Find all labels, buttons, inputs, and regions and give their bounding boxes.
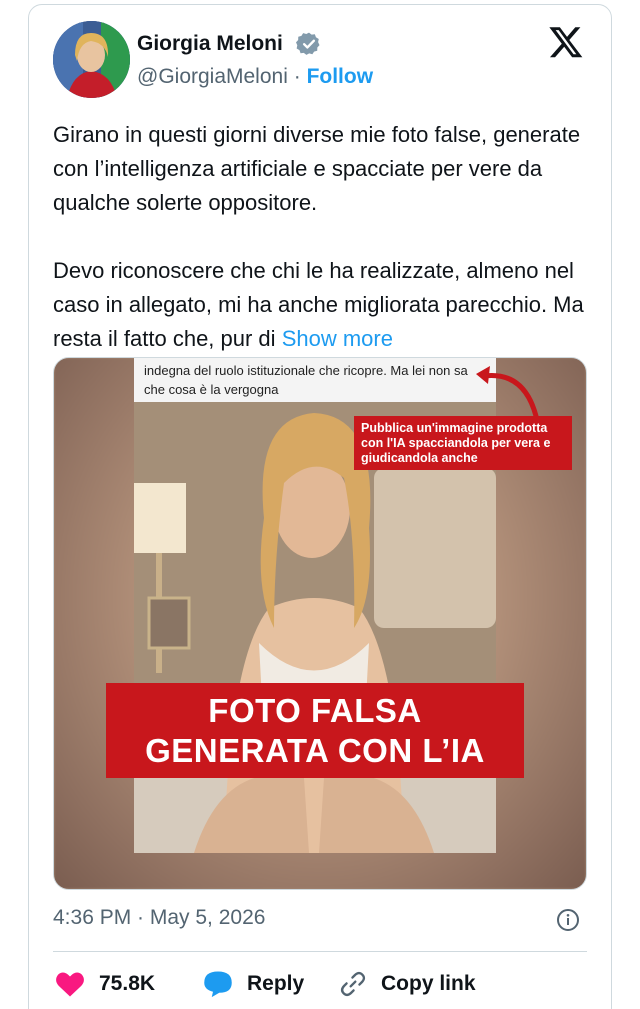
avatar[interactable] bbox=[53, 21, 130, 98]
tweet-text: Girano in questi giorni diverse mie foto… bbox=[53, 118, 593, 356]
verified-badge-icon bbox=[296, 32, 320, 55]
author-handle[interactable]: @GiorgiaMeloni bbox=[137, 65, 288, 88]
divider bbox=[53, 951, 587, 952]
fake-photo-banner: FOTO FALSA GENERATA CON L’IA bbox=[106, 683, 524, 778]
info-icon[interactable] bbox=[556, 908, 580, 932]
author-name[interactable]: Giorgia Meloni bbox=[137, 32, 283, 56]
copy-link-button[interactable]: Copy link bbox=[339, 968, 476, 1000]
tweet-media-image[interactable]: indegna del ruolo istituzionale che rico… bbox=[53, 357, 587, 890]
reply-label: Reply bbox=[247, 972, 305, 995]
banner-line-2: GENERATA CON L’IA bbox=[145, 732, 485, 769]
quote-snippet: indegna del ruolo istituzionale che rico… bbox=[134, 358, 496, 402]
tweet-timestamp[interactable]: 4:36 PM · May 5, 2026 bbox=[53, 906, 265, 930]
show-more-link[interactable]: Show more bbox=[282, 326, 393, 351]
reply-button[interactable]: Reply bbox=[203, 968, 304, 1000]
heart-icon bbox=[56, 972, 84, 997]
banner-line-1: FOTO FALSA bbox=[208, 692, 422, 729]
tweet-paragraph-2: Devo riconoscere che chi le ha realizzat… bbox=[53, 254, 593, 356]
tweet-paragraph-1: Girano in questi giorni diverse mie foto… bbox=[53, 122, 581, 215]
like-count: 75.8K bbox=[99, 972, 156, 995]
reply-bubble-icon bbox=[204, 971, 232, 998]
like-button[interactable]: 75.8K bbox=[55, 968, 155, 1000]
copy-link-label: Copy link bbox=[381, 972, 476, 995]
follow-button[interactable]: Follow bbox=[307, 65, 374, 88]
callout-label: Pubblica un'immagine prodotta con l'IA s… bbox=[354, 416, 572, 470]
x-logo-icon[interactable] bbox=[548, 24, 584, 60]
link-icon bbox=[340, 971, 366, 997]
handle-separator: · bbox=[287, 65, 307, 88]
handle-row: @GiorgiaMeloni · Follow bbox=[137, 65, 373, 89]
